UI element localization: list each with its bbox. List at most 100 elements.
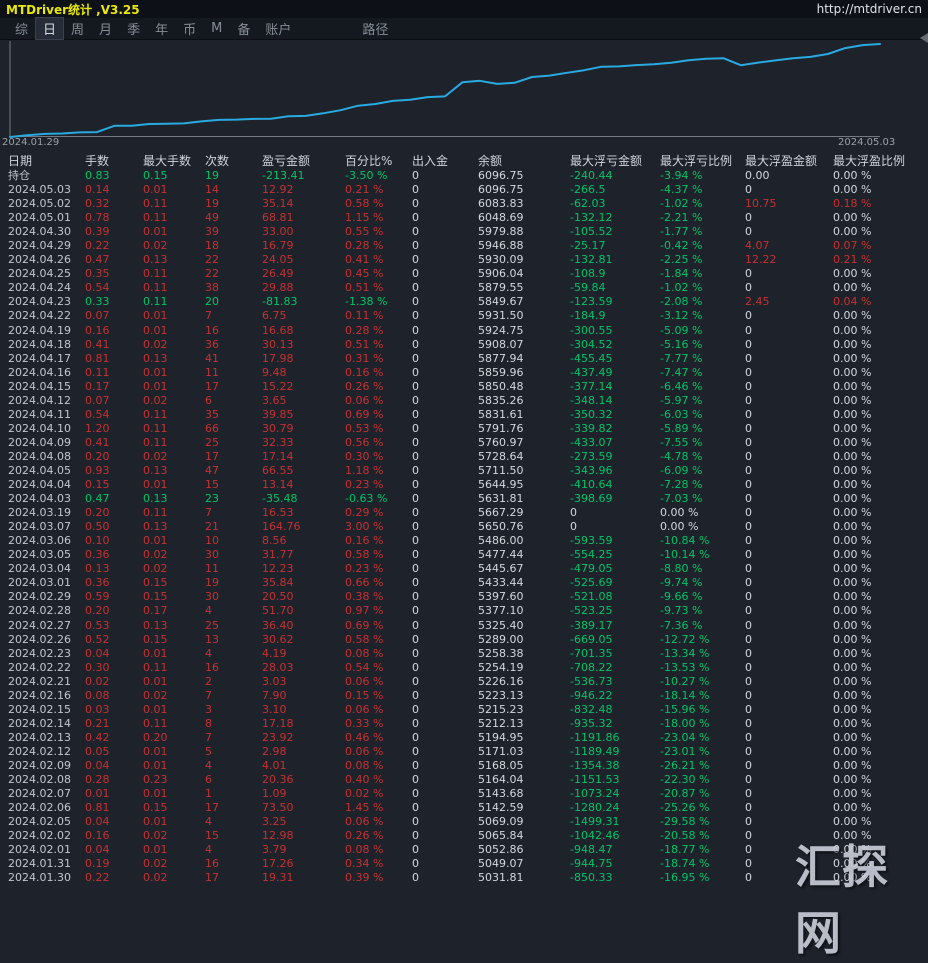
cell-max-float-loss: -132.81 xyxy=(570,253,613,267)
cell-pnl: 30.13 xyxy=(262,337,294,351)
cell-pct: 0.54 % xyxy=(345,660,384,674)
menu-item-日[interactable]: 日 xyxy=(35,17,65,40)
cell-max-float-profit: 0 xyxy=(745,646,752,660)
cell-max-float-profit-pct: 0.00 % xyxy=(833,576,872,590)
cell-max-float-loss: -25.17 xyxy=(570,239,606,253)
menu-item-M[interactable]: M xyxy=(204,20,229,37)
cell-lots: 0.04 xyxy=(85,646,110,660)
cell-pct: 1.18 % xyxy=(345,463,384,477)
cell-balance: 5377.10 xyxy=(478,604,524,618)
cell-max-float-profit-pct: 0.00 % xyxy=(833,674,872,688)
cell-max-float-profit-pct: 0.00 % xyxy=(833,534,872,548)
menu-item-周[interactable]: 周 xyxy=(64,18,91,39)
cell-pct: 0.06 % xyxy=(345,702,384,716)
cell-date: 2024.03.06 xyxy=(8,534,71,548)
menu-item-综[interactable]: 综 xyxy=(8,18,35,39)
cell-max-float-profit-pct: 0.00 % xyxy=(833,520,872,534)
cell-max-float-loss: -946.22 xyxy=(570,688,613,702)
cell-max-lots: 0.15 xyxy=(143,169,168,182)
menu-item-月[interactable]: 月 xyxy=(92,18,119,39)
cell-lots: 0.33 xyxy=(85,295,110,309)
cell-date: 2024.02.15 xyxy=(8,702,71,716)
cell-max-float-profit-pct: 0.00 % xyxy=(833,463,872,477)
cell-balance: 5445.67 xyxy=(478,562,524,576)
cell-max-lots: 0.01 xyxy=(143,183,168,197)
cell-lots: 0.93 xyxy=(85,463,110,477)
cell-in-out: 0 xyxy=(412,660,419,674)
table-row: 2024.05.01 0.78 0.11 49 68.81 1.15 % 0 6048.69 -… xyxy=(0,211,928,225)
table-row: 2024.04.11 0.54 0.11 35 39.85 0.69 % 0 5831.61 -… xyxy=(0,408,928,422)
cell-pct: 0.29 % xyxy=(345,506,384,520)
cell-count: 11 xyxy=(205,562,219,576)
cell-max-float-loss-pct: -7.36 % xyxy=(660,618,703,632)
cell-count: 66 xyxy=(205,421,219,435)
cell-balance: 5049.07 xyxy=(478,857,524,871)
cell-max-float-profit-pct: 0.00 % xyxy=(833,716,872,730)
cell-max-float-profit-pct: 0.00 % xyxy=(833,365,872,379)
cell-balance: 5631.81 xyxy=(478,492,524,506)
cell-balance: 5849.67 xyxy=(478,295,524,309)
menu-item-季[interactable]: 季 xyxy=(120,18,147,39)
cell-date: 2024.02.23 xyxy=(8,646,71,660)
menu-item-备[interactable]: 备 xyxy=(230,18,257,39)
app-url-link[interactable]: http://mtdriver.cn xyxy=(817,2,922,16)
cell-lots: 0.54 xyxy=(85,407,110,421)
cell-max-float-profit-pct: 0.00 % xyxy=(833,562,872,576)
cell-max-float-profit: 0 xyxy=(745,674,752,688)
menu-item-币[interactable]: 币 xyxy=(176,18,203,39)
cell-max-float-loss: -525.69 xyxy=(570,576,613,590)
cell-max-lots: 0.01 xyxy=(143,815,168,829)
cell-max-float-profit-pct: 0.00 % xyxy=(833,449,872,463)
cell-pct: 0.58 % xyxy=(345,632,384,646)
cell-pnl: 6.75 xyxy=(262,309,287,323)
cell-max-lots: 0.01 xyxy=(143,744,168,758)
table-row: 2024.05.03 0.14 0.01 14 12.92 0.21 % 0 6096.75 -… xyxy=(0,183,928,197)
cell-date: 2024.05.01 xyxy=(8,211,71,225)
cell-max-float-loss: -433.07 xyxy=(570,435,613,449)
cell-lots: 0.52 xyxy=(85,632,110,646)
cell-pct: 0.41 % xyxy=(345,253,384,267)
cell-max-float-loss-pct: -15.96 % xyxy=(660,702,710,716)
cell-max-float-loss-pct: -2.08 % xyxy=(660,295,703,309)
cell-in-out: 0 xyxy=(412,225,419,239)
cell-max-float-loss-pct: -7.28 % xyxy=(660,478,703,492)
cell-balance: 5223.13 xyxy=(478,688,524,702)
table-row: 2024.02.15 0.03 0.01 3 3.10 0.06 % 0 5215.23 -83… xyxy=(0,703,928,717)
cell-pct: 0.69 % xyxy=(345,618,384,632)
cell-date: 2024.05.03 xyxy=(8,183,71,197)
table-row: 2024.02.16 0.08 0.02 7 7.90 0.15 % 0 5223.13 -94… xyxy=(0,689,928,703)
table-row: 2024.02.01 0.04 0.01 4 3.79 0.08 % 0 5052.86 -94… xyxy=(0,843,928,857)
menu-item-路径[interactable]: 路径 xyxy=(355,18,395,39)
cell-balance: 5069.09 xyxy=(478,815,524,829)
table-row: 2024.04.10 1.20 0.11 66 30.79 0.53 % 0 5791.76 -… xyxy=(0,422,928,436)
cell-pnl: -81.83 xyxy=(262,295,298,309)
cell-max-float-profit: 0 xyxy=(745,225,752,239)
cell-count: 19 xyxy=(205,169,219,182)
cell-balance: 5850.48 xyxy=(478,379,524,393)
cell-max-float-loss-pct: -1.77 % xyxy=(660,225,703,239)
cell-max-lots: 0.15 xyxy=(143,632,168,646)
cell-count: 8 xyxy=(205,716,212,730)
cell-max-float-loss: -240.44 xyxy=(570,169,613,182)
cell-date: 2024.02.05 xyxy=(8,815,71,829)
column-header: 最大浮亏比例 xyxy=(660,154,733,168)
cell-balance: 5831.61 xyxy=(478,407,524,421)
cell-max-float-loss-pct: -3.94 % xyxy=(660,169,703,182)
cell-count: 7 xyxy=(205,309,212,323)
table-row: 2024.05.02 0.32 0.11 19 35.14 0.58 % 0 6083.83 -… xyxy=(0,197,928,211)
menu-item-年[interactable]: 年 xyxy=(148,18,175,39)
cell-pnl: -213.41 xyxy=(262,169,305,182)
cell-in-out: 0 xyxy=(412,295,419,309)
cell-date: 2024.02.26 xyxy=(8,632,71,646)
cell-pct: 0.16 % xyxy=(345,365,384,379)
cell-max-float-loss: -455.45 xyxy=(570,351,613,365)
cell-max-float-loss: -521.08 xyxy=(570,590,613,604)
collapse-arrow-icon[interactable] xyxy=(920,33,928,43)
cell-pct: 0.28 % xyxy=(345,239,384,253)
cell-max-float-loss: -944.75 xyxy=(570,857,613,871)
cell-in-out: 0 xyxy=(412,421,419,435)
cell-balance: 5254.19 xyxy=(478,660,524,674)
menu-item-账户[interactable]: 账户 xyxy=(258,18,298,39)
cell-max-float-profit: 0 xyxy=(745,716,752,730)
cell-in-out: 0 xyxy=(412,407,419,421)
